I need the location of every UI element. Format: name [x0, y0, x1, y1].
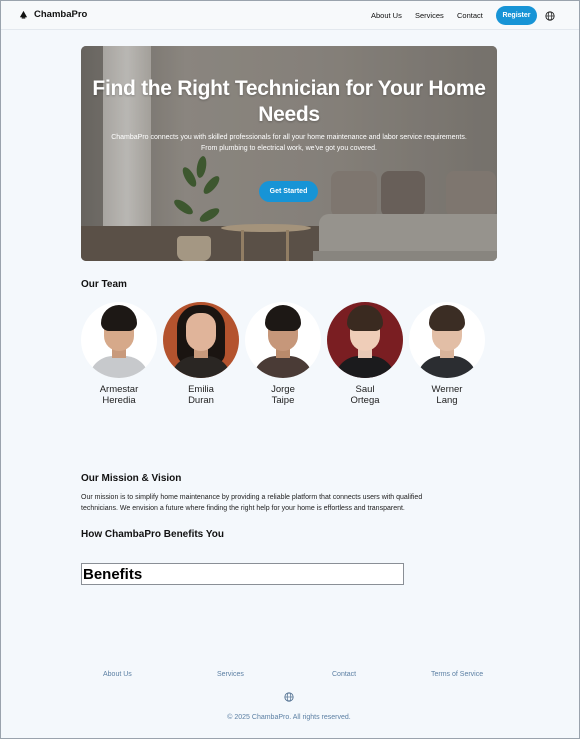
team-heading: Our Team [81, 279, 127, 290]
nav-about-us[interactable]: About Us [371, 11, 402, 20]
hero-subtitle: ChambaPro connects you with skilled prof… [81, 133, 497, 154]
mission-text: Our mission is to simplify home maintena… [81, 492, 481, 514]
member-last-name: Ortega [350, 395, 380, 406]
avatar [163, 302, 239, 378]
benefits-heading: How ChambaPro Benefits You [81, 529, 224, 540]
benefits-box: Benefits [81, 563, 404, 585]
nav-contact[interactable]: Contact [457, 11, 483, 20]
team-member-card: Jorge Taipe [245, 302, 321, 406]
footer-terms-of-service[interactable]: Terms of Service [431, 671, 483, 678]
hero-subtitle-line: ChambaPro connects you with skilled prof… [111, 134, 467, 141]
avatar [409, 302, 485, 378]
member-last-name: Lang [436, 395, 458, 406]
avatar [81, 302, 157, 378]
team-member-card: Emilia Duran [163, 302, 239, 406]
top-navbar: ChambaPro About Us Services Contact Regi… [1, 1, 579, 30]
avatar [327, 302, 403, 378]
team-member-card: Werner Lang [409, 302, 485, 406]
mission-heading: Our Mission & Vision [81, 473, 182, 484]
member-name: Werner Lang [409, 384, 485, 406]
mission-text-line: Our mission is to simplify home maintena… [81, 494, 423, 501]
member-last-name: Duran [188, 395, 214, 406]
hero-banner: Find the Right Technician for Your Home … [81, 46, 497, 261]
member-name: Jorge Taipe [245, 384, 321, 406]
avatar [245, 302, 321, 378]
footer-copyright: © 2025 ChambaPro. All rights reserved. [227, 714, 351, 721]
brand-name: ChambaPro [34, 9, 88, 20]
chambapro-logo-icon [19, 10, 28, 19]
get-started-button[interactable]: Get Started [259, 181, 318, 202]
member-first-name: Emilia [188, 384, 214, 395]
member-last-name: Taipe [271, 395, 295, 406]
member-first-name: Saul [355, 384, 375, 395]
member-last-name: Heredia [102, 395, 136, 406]
language-button[interactable] [541, 7, 558, 24]
nav-services[interactable]: Services [415, 11, 444, 20]
member-first-name: Jorge [271, 384, 295, 395]
member-name: Armestar Heredia [81, 384, 157, 406]
globe-icon[interactable] [284, 692, 294, 702]
member-first-name: Armestar [99, 384, 139, 395]
register-button[interactable]: Register [496, 6, 537, 25]
member-name: Emilia Duran [163, 384, 239, 406]
footer-about-us[interactable]: About Us [103, 671, 132, 678]
member-first-name: Werner [431, 384, 463, 395]
team-member-card: Saul Ortega [327, 302, 403, 406]
globe-icon [544, 10, 555, 21]
hero-title: Find the Right Technician for Your Home … [92, 77, 486, 126]
hero-subtitle-line: From plumbing to electrical work, we've … [200, 144, 378, 152]
team-member-card: Armestar Heredia [81, 302, 157, 406]
footer-services[interactable]: Services [217, 671, 244, 678]
mission-text-line: technicians. We envision a future where … [81, 505, 405, 512]
brand[interactable]: ChambaPro [19, 9, 87, 20]
member-name: Saul Ortega [327, 384, 403, 406]
footer-contact[interactable]: Contact [332, 671, 356, 678]
